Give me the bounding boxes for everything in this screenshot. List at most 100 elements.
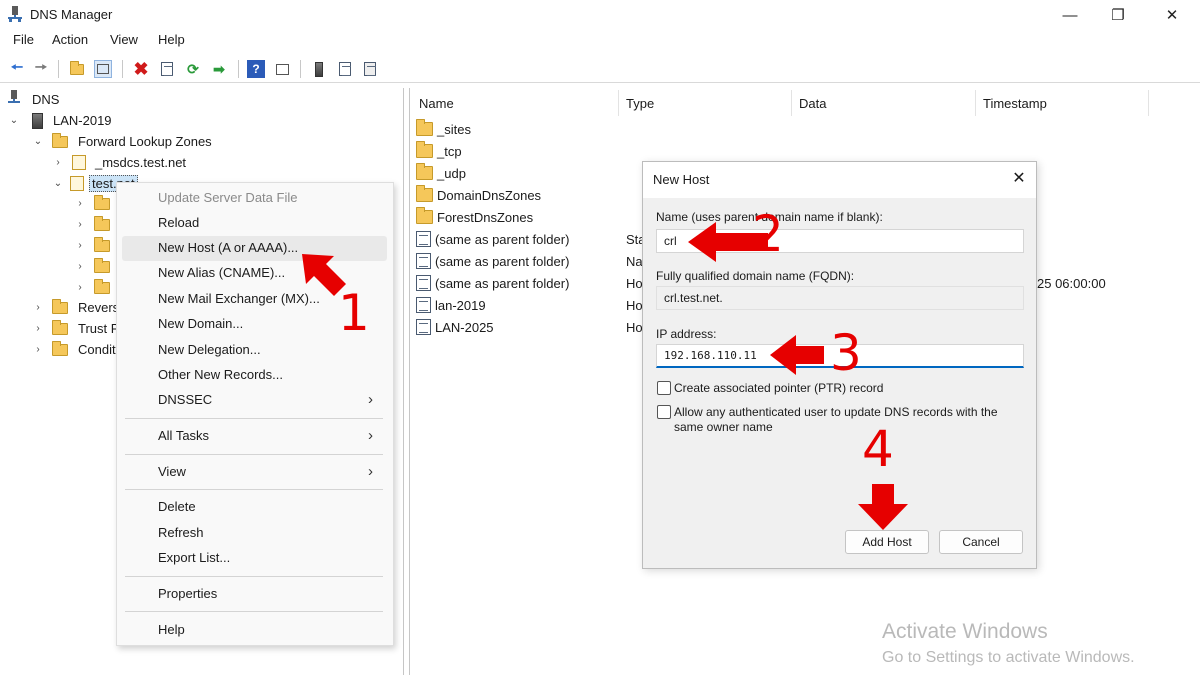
tree-item-subfolder[interactable]: › [74, 193, 110, 214]
ctx-all-tasks[interactable]: All Tasks [158, 428, 209, 443]
step3-number: 3 [830, 324, 862, 382]
tree-item-subfolder[interactable]: › [74, 214, 110, 235]
record-name: ForestDnsZones [437, 209, 534, 225]
list-row[interactable]: _sites [416, 118, 471, 140]
record-name: lan-2019 [435, 297, 486, 313]
column-header-type[interactable]: Type [626, 96, 654, 118]
ctx-help[interactable]: Help [158, 622, 185, 637]
dialog-close-button[interactable]: ✕ [1009, 168, 1029, 188]
show-hide-console-tree-icon[interactable] [94, 60, 112, 78]
menu-view[interactable]: View [110, 32, 138, 47]
ctx-properties[interactable]: Properties [158, 586, 217, 601]
tree-item-forward-lookup-zones[interactable]: ⌄ Forward Lookup Zones [32, 131, 212, 152]
tree-item-dns[interactable]: DNS [8, 89, 59, 110]
ctx-dnssec[interactable]: DNSSEC [158, 392, 212, 407]
submenu-arrow-icon: › [368, 427, 373, 444]
properties-icon[interactable] [158, 60, 176, 78]
tree-item-msdcs[interactable]: › _msdcs.test.net [52, 152, 186, 173]
tree-item-subfolder[interactable]: › [74, 256, 110, 277]
up-folder-icon[interactable] [68, 60, 86, 78]
show-hide-action-pane-icon[interactable] [273, 60, 291, 78]
tree-label-msdcs: _msdcs.test.net [95, 155, 187, 170]
ctx-export-list[interactable]: Export List... [158, 550, 230, 565]
tree-item-conditional-forwarders[interactable]: › Condit [32, 339, 116, 360]
tree-label-server: LAN-2019 [53, 113, 112, 128]
ptr-record-checkbox[interactable] [657, 381, 671, 395]
tree-item-trust-points[interactable]: › Trust P [32, 318, 119, 339]
refresh-icon[interactable]: ⟳ [184, 60, 202, 78]
ctx-new-domain[interactable]: New Domain... [158, 316, 243, 331]
list-row[interactable]: DomainDnsZones [416, 184, 541, 206]
forward-icon[interactable]: 🠖 [32, 59, 50, 78]
tree-item-reverse-lookup-zones[interactable]: › Revers [32, 297, 119, 318]
column-header-data[interactable]: Data [799, 96, 826, 118]
record-timestamp: 25 06:00:00 [1037, 276, 1106, 291]
ctx-new-host[interactable]: New Host (A or AAAA)... [158, 240, 298, 255]
tree-item-server[interactable]: ⌄ LAN-2019 [8, 110, 112, 131]
ctx-other-new-records[interactable]: Other New Records... [158, 367, 283, 382]
chevron-down-icon[interactable]: ⌄ [8, 115, 20, 126]
tree-item-subfolder[interactable]: › [74, 277, 110, 298]
chevron-right-icon[interactable]: › [74, 282, 86, 293]
cancel-button[interactable]: Cancel [939, 530, 1023, 554]
delete-icon[interactable]: ✖ [132, 59, 150, 79]
help-icon[interactable]: ? [247, 60, 265, 78]
add-host-button[interactable]: Add Host [845, 530, 929, 554]
close-window-button[interactable]: ✕ [1146, 0, 1198, 30]
step4-arrow-icon [858, 484, 908, 530]
ctx-refresh[interactable]: Refresh [158, 525, 204, 540]
ctx-new-alias[interactable]: New Alias (CNAME)... [158, 265, 285, 280]
window-title: DNS Manager [30, 7, 113, 22]
column-header-name[interactable]: Name [419, 96, 454, 118]
menu-file[interactable]: File [13, 32, 34, 47]
column-divider[interactable] [1148, 90, 1149, 116]
chevron-right-icon[interactable]: › [32, 344, 44, 355]
list-row[interactable]: lan-2019 [416, 294, 486, 316]
chevron-right-icon[interactable]: › [74, 261, 86, 272]
list-row[interactable]: LAN-2025 [416, 316, 494, 338]
list-row[interactable]: _tcp [416, 140, 462, 162]
zone-icon [70, 176, 84, 191]
copy-records-icon[interactable] [361, 60, 379, 78]
chevron-right-icon[interactable]: › [32, 323, 44, 334]
record-icon [416, 319, 431, 335]
ctx-new-mail-exchanger[interactable]: New Mail Exchanger (MX)... [158, 291, 320, 306]
export-list-icon[interactable]: ➡ [210, 60, 228, 78]
folder-icon [416, 119, 433, 136]
ctx-new-delegation[interactable]: New Delegation... [158, 342, 261, 357]
record-icon [416, 253, 431, 269]
chevron-right-icon[interactable]: › [32, 302, 44, 313]
chevron-right-icon[interactable]: › [74, 240, 86, 251]
chevron-down-icon[interactable]: ⌄ [52, 178, 64, 189]
column-divider[interactable] [618, 90, 619, 116]
list-row[interactable]: ForestDnsZones [416, 206, 533, 228]
column-divider[interactable] [791, 90, 792, 116]
back-icon[interactable]: 🠔 [8, 59, 26, 78]
title-bar [0, 0, 1200, 30]
list-row[interactable]: (same as parent folder) [416, 228, 569, 250]
ctx-view[interactable]: View [158, 464, 186, 479]
chevron-down-icon[interactable]: ⌄ [32, 136, 44, 147]
chevron-right-icon[interactable]: › [74, 219, 86, 230]
dns-manager-app-icon [8, 6, 22, 22]
records-icon[interactable] [336, 60, 354, 78]
chevron-right-icon[interactable]: › [74, 198, 86, 209]
ctx-reload[interactable]: Reload [158, 215, 199, 230]
chevron-right-icon[interactable]: › [52, 157, 64, 168]
tree-label-dns: DNS [32, 92, 60, 107]
menu-action[interactable]: Action [52, 32, 88, 47]
list-row[interactable]: (same as parent folder) [416, 272, 569, 294]
menu-help[interactable]: Help [158, 32, 185, 47]
list-row[interactable]: (same as parent folder) [416, 250, 569, 272]
server-icon[interactable] [310, 60, 328, 78]
folder-icon [52, 132, 68, 148]
maximize-button[interactable]: ❐ [1092, 0, 1144, 30]
list-row[interactable]: _udp [416, 162, 466, 184]
column-header-timestamp[interactable]: Timestamp [983, 96, 1047, 118]
column-divider[interactable] [975, 90, 976, 116]
allow-update-checkbox[interactable] [657, 405, 671, 419]
dialog-title: New Host [653, 172, 710, 187]
minimize-button[interactable]: — [1044, 0, 1096, 30]
ctx-delete[interactable]: Delete [158, 499, 196, 514]
tree-item-subfolder[interactable]: › [74, 235, 110, 256]
